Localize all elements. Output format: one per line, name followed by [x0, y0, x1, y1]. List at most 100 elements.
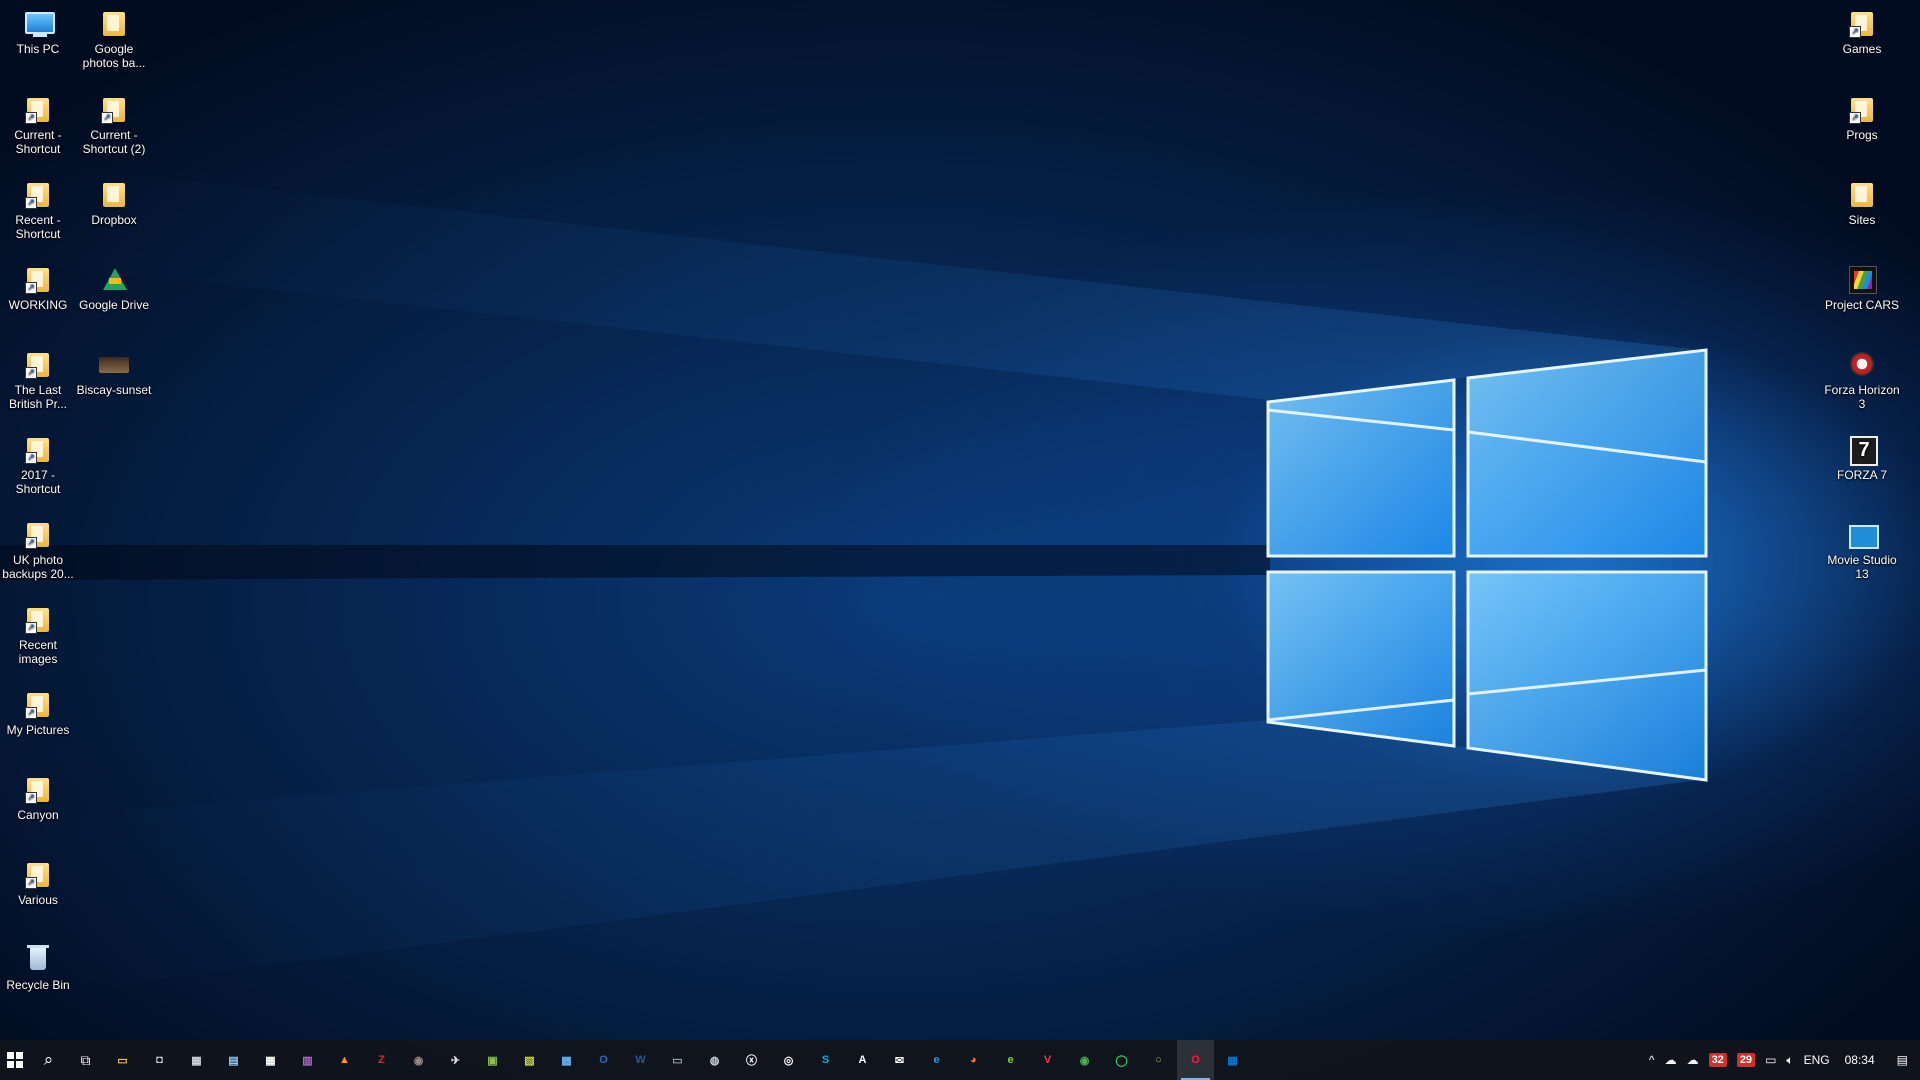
desktop-icon-canyon[interactable]: ↗ Canyon	[0, 768, 76, 822]
desktop-icon-recent-images[interactable]: ↗ Recent images	[0, 598, 76, 666]
desktop-icon-google-drive[interactable]: Google Drive	[76, 258, 152, 312]
taskbar-app-xbox[interactable]: ⓧ	[733, 1040, 770, 1080]
desktop-icon-label: Project CARS	[1824, 298, 1900, 312]
taskbar-app-skype[interactable]: S	[807, 1040, 844, 1080]
language-indicator[interactable]: ENG	[1799, 1040, 1835, 1080]
tray-volume[interactable]: 🔈︎	[1781, 1040, 1798, 1080]
desktop-icon-google-photos[interactable]: Google photos ba...	[76, 2, 152, 70]
show-hidden-icons-button[interactable]: ^	[1644, 1040, 1660, 1080]
desktop-icon-my-pictures[interactable]: ↗ My Pictures	[0, 683, 76, 737]
taskbar-app-vlc[interactable]: ▲	[326, 1040, 363, 1080]
tray-weather-cloud[interactable]: ☁	[1660, 1040, 1682, 1080]
desktop-icon-forza-horizon-3[interactable]: Forza Horizon 3	[1824, 343, 1900, 411]
desktop-icon-working[interactable]: ↗ WORKING	[0, 258, 76, 312]
desktop-icon-forza-7[interactable]: 7 FORZA 7	[1824, 428, 1900, 482]
taskbar-app-remote-desktop[interactable]: ▩	[548, 1040, 585, 1080]
forza-7-icon: 7	[1847, 434, 1878, 466]
desktop-icon-games[interactable]: ↗ Games	[1824, 2, 1900, 56]
taskbar-app-adobe[interactable]: A	[844, 1040, 881, 1080]
spotify-icon: ◎	[783, 1054, 794, 1067]
taskbar-app-opera[interactable]: O	[1177, 1040, 1214, 1080]
desktop-icon-label: Movie Studio 13	[1827, 553, 1897, 581]
taskbar-app-spotify[interactable]: ◎	[770, 1040, 807, 1080]
desktop-icon-progs[interactable]: ↗ Progs	[1824, 88, 1900, 142]
tray-network[interactable]: ▭	[1760, 1040, 1781, 1080]
folder-shortcut-icon: ↗	[23, 689, 53, 719]
calendar-icon: ▦	[265, 1054, 276, 1067]
taskbar-app-circle-app[interactable]: ○	[1140, 1040, 1177, 1080]
chrome-icon: ◉	[1079, 1054, 1090, 1067]
taskbar-app-filezilla[interactable]: Z	[363, 1040, 400, 1080]
desktop[interactable]: This PC ↗ Current - Shortcut ↗ Recent - …	[0, 0, 1920, 1080]
taskbar-app-outlook[interactable]: O	[585, 1040, 622, 1080]
taskbar-app-internet-explorer[interactable]: e	[992, 1040, 1029, 1080]
file-explorer-icon: ▭	[117, 1054, 128, 1067]
task-view-button[interactable]: ⧉	[67, 1040, 104, 1080]
tray-badge-32[interactable]: 32	[1704, 1040, 1732, 1080]
circle-app-icon: ○	[1155, 1054, 1162, 1066]
taskbar-app-file-explorer[interactable]: ▭	[104, 1040, 141, 1080]
movie-studio-icon	[1847, 519, 1879, 549]
desktop-icon-this-pc[interactable]: This PC	[0, 2, 76, 56]
taskbar-app-winrar[interactable]: ▥	[289, 1040, 326, 1080]
store-icon: ◘	[156, 1054, 163, 1066]
desktop-icon-last-british[interactable]: ↗ The Last British Pr...	[0, 343, 76, 411]
taskbar-app-monitor-app[interactable]: ▭	[659, 1040, 696, 1080]
desktop-icon-label: Sites	[1848, 213, 1876, 227]
taskbar-app-steam[interactable]: ◍	[696, 1040, 733, 1080]
taskbar-app-whatsapp[interactable]: ◯	[1103, 1040, 1140, 1080]
taskbar-app-edge[interactable]: e	[918, 1040, 955, 1080]
tray-badge-29[interactable]: 29	[1732, 1040, 1760, 1080]
desktop-icon-2017-shortcut[interactable]: ↗ 2017 - Shortcut	[0, 428, 76, 496]
taskbar-app-word[interactable]: W	[622, 1040, 659, 1080]
clock[interactable]: 08:34	[1835, 1040, 1885, 1080]
folder-icon	[99, 179, 129, 209]
pinned-apps: ▭ ◘ ▦ ▤ ▦ ▥ ▲ Z ◉ ✈ ▣ ▧ ▩ O W ▭ ◍ ⓧ ◎ S A ✉ e ◕ e V ◉ ◯ ○ O ▦	[104, 1040, 1251, 1080]
language-label: ENG	[1803, 1053, 1830, 1067]
start-button[interactable]	[0, 1040, 30, 1080]
taskbar-app-store[interactable]: ◘	[141, 1040, 178, 1080]
folder-shortcut-icon: ↗	[23, 519, 53, 549]
taskbar-app-calendar[interactable]: ▦	[252, 1040, 289, 1080]
desktop-icon-dropbox[interactable]: Dropbox	[76, 173, 152, 227]
taskbar-app-firefox[interactable]: ◕	[955, 1040, 992, 1080]
notification-count-badge: 32	[1708, 1053, 1727, 1067]
desktop-icon-recent-shortcut[interactable]: ↗ Recent - Shortcut	[0, 173, 76, 241]
search-button[interactable]: ⌕	[30, 1040, 67, 1080]
folder-shortcut-icon: ↗	[23, 604, 53, 634]
desktop-icon-uk-photo-backups[interactable]: ↗ UK photo backups 20...	[0, 513, 76, 581]
google-drive-icon	[99, 264, 129, 294]
store-blue-icon: ▦	[1227, 1054, 1238, 1067]
desktop-icon-biscay-sunset[interactable]: Biscay-sunset	[76, 343, 152, 397]
desktop-icon-project-cars[interactable]: Project CARS	[1824, 258, 1900, 312]
taskbar-app-mail[interactable]: ✉	[881, 1040, 918, 1080]
desktop-icon-current-shortcut[interactable]: ↗ Current - Shortcut	[0, 88, 76, 156]
taskbar-app-photos[interactable]: ▣	[474, 1040, 511, 1080]
calculator-icon: ▦	[191, 1054, 202, 1067]
notifications-icon: ▤	[1896, 1053, 1908, 1067]
action-center-button[interactable]: ▤	[1885, 1040, 1920, 1080]
notification-count-badge: 29	[1736, 1053, 1756, 1067]
folder-icon	[1847, 179, 1877, 209]
tray-onedrive[interactable]: ☁	[1682, 1040, 1704, 1080]
taskbar-app-chrome[interactable]: ◉	[1066, 1040, 1103, 1080]
adobe-icon: A	[858, 1054, 867, 1066]
desktop-icon-movie-studio[interactable]: Movie Studio 13	[1824, 513, 1900, 581]
desktop-icon-label: This PC	[16, 42, 60, 56]
notepad-icon: ▤	[228, 1054, 239, 1067]
taskbar-app-store-blue[interactable]: ▦	[1214, 1040, 1251, 1080]
clock-time: 08:34	[1844, 1053, 1875, 1067]
desktop-icon-current-shortcut-2[interactable]: ↗ Current - Shortcut (2)	[76, 88, 152, 156]
forza-horizon-icon	[1847, 349, 1877, 379]
taskbar-app-flight-app[interactable]: ✈	[437, 1040, 474, 1080]
taskbar-app-vivaldi[interactable]: V	[1029, 1040, 1066, 1080]
desktop-icon-sites[interactable]: Sites	[1824, 173, 1900, 227]
desktop-icon-label: Games	[1842, 42, 1882, 56]
taskbar-app-gallery[interactable]: ▧	[511, 1040, 548, 1080]
taskbar-app-gimp[interactable]: ◉	[400, 1040, 437, 1080]
desktop-icon-label: WORKING	[8, 298, 68, 312]
taskbar-app-calculator[interactable]: ▦	[178, 1040, 215, 1080]
desktop-icon-various[interactable]: ↗ Various	[0, 853, 76, 907]
taskbar-app-notepad[interactable]: ▤	[215, 1040, 252, 1080]
desktop-icon-recycle-bin[interactable]: Recycle Bin	[0, 938, 76, 992]
